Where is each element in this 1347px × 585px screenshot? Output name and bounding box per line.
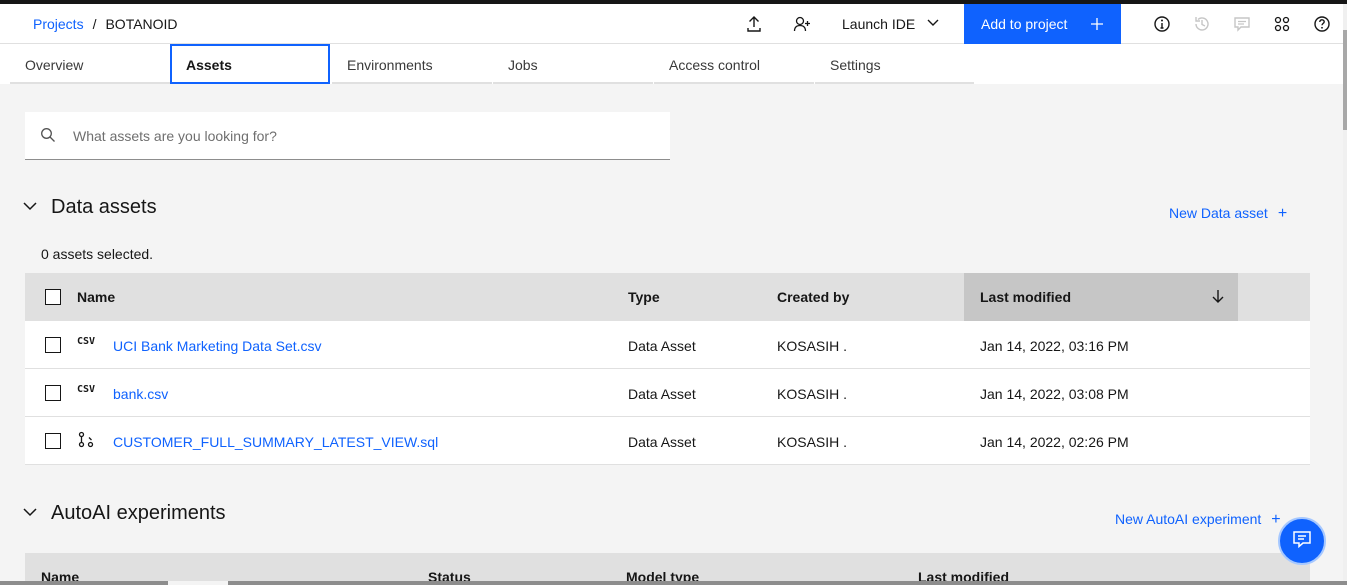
asset-type: Data Asset bbox=[628, 386, 696, 402]
query-icon bbox=[77, 431, 95, 452]
data-assets-table: Name Type Created by Last modified CSV U… bbox=[25, 273, 1310, 465]
apps-icon[interactable] bbox=[1271, 13, 1293, 35]
csv-file-icon: CSV bbox=[77, 336, 96, 347]
asset-created-by: KOSASIH . bbox=[777, 434, 848, 450]
tab-settings[interactable]: Settings bbox=[815, 44, 974, 84]
table-row[interactable]: CUSTOMER_FULL_SUMMARY_LATEST_VIEW.sql Da… bbox=[25, 417, 1310, 465]
project-header: Projects / BOTANOID Launch IDE Add to proj… bbox=[0, 4, 1343, 44]
tab-jobs[interactable]: Jobs bbox=[493, 44, 653, 84]
collapse-autoai-icon[interactable] bbox=[20, 502, 40, 522]
select-all-checkbox[interactable] bbox=[45, 289, 61, 305]
asset-name-link[interactable]: bank.csv bbox=[113, 386, 168, 402]
tab-assets[interactable]: Assets bbox=[170, 44, 330, 84]
selection-count: 0 assets selected. bbox=[41, 246, 154, 262]
info-icon[interactable] bbox=[1151, 13, 1173, 35]
plus-icon: + bbox=[1271, 511, 1281, 528]
asset-last-modified: Jan 14, 2022, 03:08 PM bbox=[980, 386, 1129, 402]
column-header-name[interactable]: Name bbox=[77, 289, 115, 305]
csv-file-icon: CSV bbox=[77, 384, 96, 395]
asset-created-by: KOSASIH . bbox=[777, 386, 848, 402]
asset-created-by: KOSASIH . bbox=[777, 338, 848, 354]
new-data-asset-link[interactable]: New Data asset + bbox=[1169, 205, 1287, 223]
breadcrumb-projects-link[interactable]: Projects bbox=[33, 16, 84, 32]
new-autoai-experiment-link[interactable]: New AutoAI experiment + bbox=[1115, 511, 1281, 529]
new-data-asset-label: New Data asset bbox=[1169, 205, 1268, 221]
asset-type: Data Asset bbox=[628, 434, 696, 450]
launch-ide-dropdown[interactable]: Launch IDE bbox=[842, 16, 939, 32]
asset-type: Data Asset bbox=[628, 338, 696, 354]
data-assets-title: Data assets bbox=[51, 196, 157, 218]
table-row[interactable]: CSV UCI Bank Marketing Data Set.csv Data… bbox=[25, 321, 1310, 369]
asset-last-modified: Jan 14, 2022, 02:26 PM bbox=[980, 434, 1129, 450]
new-autoai-experiment-label: New AutoAI experiment bbox=[1115, 511, 1262, 527]
row-checkbox[interactable] bbox=[45, 385, 61, 401]
breadcrumb-current-project: BOTANOID bbox=[105, 16, 178, 32]
add-to-project-label: Add to project bbox=[981, 16, 1068, 32]
tab-environments[interactable]: Environments bbox=[332, 44, 492, 84]
search-input[interactable] bbox=[73, 112, 653, 159]
upload-icon[interactable] bbox=[743, 13, 765, 35]
asset-search bbox=[25, 112, 670, 160]
add-to-project-button[interactable]: Add to project bbox=[964, 4, 1121, 44]
horizontal-scrollbar-thumb[interactable] bbox=[168, 581, 228, 585]
help-icon[interactable] bbox=[1311, 13, 1333, 35]
tab-access-control[interactable]: Access control bbox=[654, 44, 814, 84]
plus-icon bbox=[1090, 13, 1104, 36]
row-checkbox[interactable] bbox=[45, 433, 61, 449]
history-icon[interactable] bbox=[1191, 13, 1213, 35]
breadcrumb: Projects / BOTANOID bbox=[33, 16, 178, 32]
asset-name-link[interactable]: CUSTOMER_FULL_SUMMARY_LATEST_VIEW.sql bbox=[113, 434, 438, 450]
breadcrumb-separator: / bbox=[92, 16, 97, 32]
row-checkbox[interactable] bbox=[45, 337, 61, 353]
vertical-scrollbar-thumb[interactable] bbox=[1343, 30, 1347, 130]
column-header-last-modified[interactable]: Last modified bbox=[964, 273, 1238, 321]
search-icon bbox=[40, 127, 56, 148]
comment-icon[interactable] bbox=[1231, 13, 1253, 35]
tab-overview[interactable]: Overview bbox=[10, 44, 170, 84]
add-collaborator-icon[interactable] bbox=[791, 13, 813, 35]
asset-name-link[interactable]: UCI Bank Marketing Data Set.csv bbox=[113, 338, 322, 354]
chat-icon bbox=[1291, 528, 1313, 555]
collapse-data-assets-icon[interactable] bbox=[20, 196, 40, 216]
table-header-row: Name Type Created by Last modified bbox=[25, 273, 1310, 321]
last-modified-label: Last modified bbox=[980, 289, 1072, 305]
asset-last-modified: Jan 14, 2022, 03:16 PM bbox=[980, 338, 1129, 354]
plus-icon: + bbox=[1277, 205, 1288, 222]
chat-button[interactable] bbox=[1278, 517, 1326, 565]
chevron-down-icon bbox=[926, 15, 940, 32]
column-header-created-by[interactable]: Created by bbox=[777, 289, 849, 305]
table-row[interactable]: CSV bank.csv Data Asset KOSASIH . Jan 14… bbox=[25, 369, 1310, 417]
column-header-type[interactable]: Type bbox=[628, 289, 660, 305]
launch-ide-label: Launch IDE bbox=[842, 16, 916, 32]
sort-descending-icon bbox=[1210, 288, 1226, 307]
autoai-experiments-title: AutoAI experiments bbox=[51, 502, 226, 524]
